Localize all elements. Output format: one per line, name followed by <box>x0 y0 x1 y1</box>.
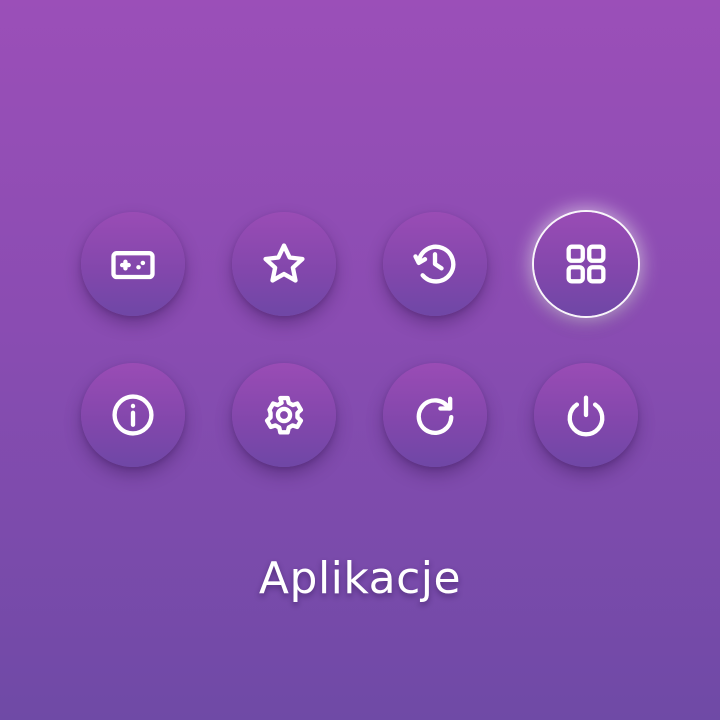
history-button[interactable] <box>383 212 487 316</box>
quick-menu-grid <box>81 212 639 467</box>
power-button[interactable] <box>534 363 638 467</box>
settings-button[interactable] <box>232 363 336 467</box>
history-icon <box>413 244 456 284</box>
favorites-button[interactable] <box>232 212 336 316</box>
gear-icon <box>264 395 304 435</box>
gamepad-icon <box>111 250 155 280</box>
restart-button[interactable] <box>383 363 487 467</box>
refresh-icon <box>416 396 454 435</box>
apps-button[interactable] <box>534 212 638 316</box>
info-button[interactable] <box>81 363 185 467</box>
power-icon <box>567 395 605 437</box>
star-icon <box>263 243 305 283</box>
apps-grid-icon <box>566 244 606 284</box>
selected-item-label: Aplikacje <box>258 553 462 604</box>
games-button[interactable] <box>81 212 185 316</box>
info-icon <box>112 394 154 436</box>
